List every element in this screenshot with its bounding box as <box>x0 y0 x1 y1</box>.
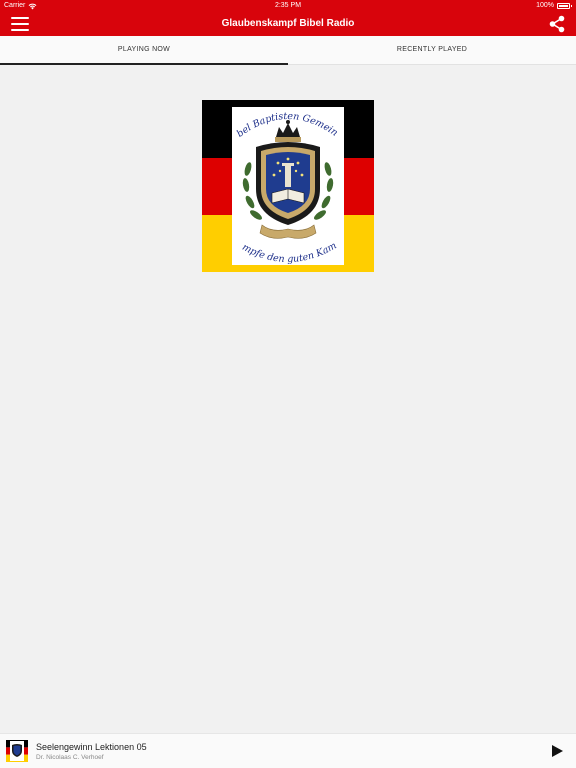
status-bar: Carrier 2:35 PM 100% <box>0 0 576 12</box>
nav-bar: Glaubenskampf Bibel Radio <box>0 12 576 36</box>
church-logo: Bibel Baptisten Gemeinde <box>227 99 344 265</box>
share-icon[interactable] <box>548 15 566 33</box>
tab-recently-played[interactable]: RECENTLY PLAYED <box>288 36 576 64</box>
battery-icon <box>557 3 572 9</box>
mini-player-info: Seelengewinn Lektionen 05 Dr. Nicolaas C… <box>36 741 147 762</box>
track-title: Seelengewinn Lektionen 05 <box>36 742 147 752</box>
battery-percent: 100% <box>536 2 554 9</box>
header: Carrier 2:35 PM 100% Glaubenskampf Bibel… <box>0 0 576 36</box>
church-emblem-icon: Bibel Baptisten Gemeinde <box>227 99 339 265</box>
album-artwork: Bibel Baptisten Gemeinde <box>202 99 374 272</box>
mini-player-artwork <box>6 740 28 762</box>
tab-playing-now[interactable]: PLAYING NOW <box>0 36 288 65</box>
play-icon[interactable] <box>550 744 564 758</box>
nav-title: Glaubenskampf Bibel Radio <box>221 18 355 29</box>
mini-player[interactable]: Seelengewinn Lektionen 05 Dr. Nicolaas C… <box>0 733 576 768</box>
track-artist: Dr. Nicolaas C. Verhoef <box>36 754 104 761</box>
status-time: 2:35 PM <box>274 2 302 9</box>
app-root: Carrier 2:35 PM 100% Glaubenskampf Bibel… <box>0 0 576 768</box>
tab-bar: PLAYING NOW RECENTLY PLAYED <box>0 36 576 65</box>
status-right: 100% <box>536 0 572 12</box>
